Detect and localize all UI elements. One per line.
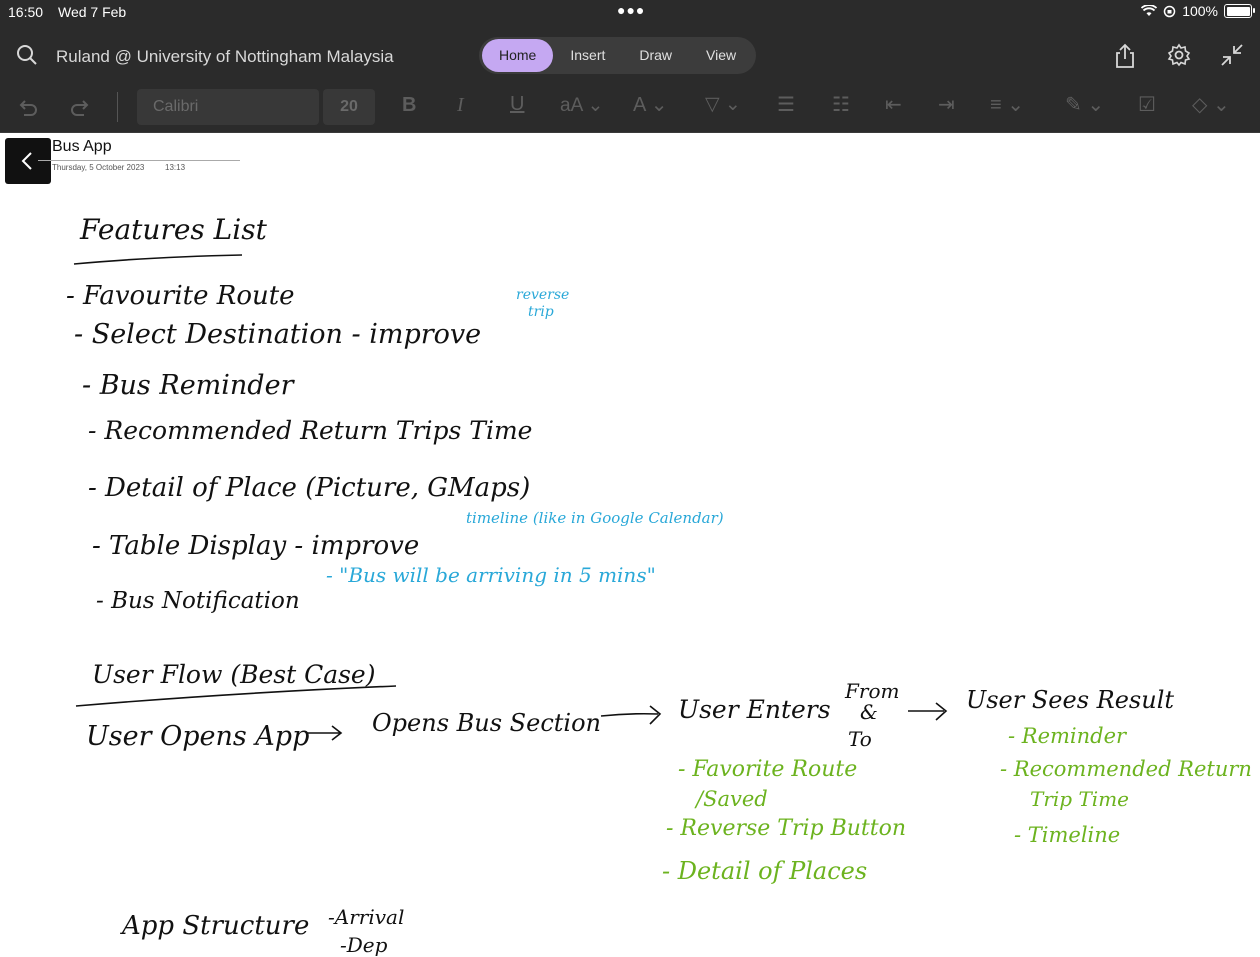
- flow-step: User Sees Result: [966, 686, 1175, 714]
- tab-view[interactable]: View: [689, 39, 753, 72]
- feature-item: - Favourite Route: [66, 281, 295, 311]
- format-toolbar: Calibri 20 B I U aA ⌄ A ⌄ ▽ ⌄ ☰ ☷ ⇤ ⇥ ≡ …: [0, 84, 1260, 133]
- multitasking-dots-icon[interactable]: ●●●: [617, 2, 645, 18]
- feature-item: - Table Display - improve: [92, 531, 420, 561]
- flow-subitem: - Detail of Places: [662, 857, 868, 885]
- flow-amp: &: [860, 700, 878, 724]
- font-family-field[interactable]: Calibri: [137, 89, 319, 125]
- orientation-lock-icon: [1163, 5, 1176, 17]
- flow-subitem: - Favorite Route: [678, 757, 858, 782]
- flow-subitem: - Reverse Trip Button: [666, 816, 907, 841]
- italic-icon[interactable]: I: [457, 94, 464, 117]
- feature-item: - Bus Notification: [96, 588, 300, 614]
- undo-icon[interactable]: [16, 96, 40, 120]
- feature-note: timeline (like in Google Calendar): [466, 509, 724, 527]
- features-heading: Features List: [80, 213, 267, 246]
- align-icon[interactable]: ≡ ⌄: [990, 92, 1024, 117]
- wifi-icon: [1141, 5, 1158, 16]
- feature-item: - Select Destination - improve: [74, 319, 482, 350]
- battery-icon: [1224, 4, 1255, 18]
- bold-icon[interactable]: B: [402, 94, 416, 117]
- font-size-field[interactable]: 20: [323, 89, 375, 125]
- battery-percent: 100%: [1182, 3, 1218, 19]
- redo-icon[interactable]: [68, 96, 92, 120]
- feature-note: trip: [528, 304, 554, 320]
- notebook-title[interactable]: Ruland @ University of Nottingham Malays…: [56, 47, 394, 67]
- flow-subitem: Trip Time: [1030, 787, 1129, 811]
- feature-item: - Detail of Place (Picture, GMaps): [88, 473, 531, 503]
- structure-item: -Dep: [340, 933, 388, 957]
- status-bar: 16:50 Wed 7 Feb ●●● 100%: [0, 0, 1260, 24]
- feature-item: - Recommended Return Trips Time: [88, 416, 533, 445]
- tab-insert[interactable]: Insert: [553, 39, 622, 72]
- font-color-icon[interactable]: A ⌄: [633, 92, 668, 117]
- flow-subitem: /Saved: [696, 787, 768, 811]
- title-bar: Ruland @ University of Nottingham Malays…: [0, 24, 1260, 84]
- indent-icon[interactable]: ⇥: [938, 92, 955, 117]
- numbering-icon[interactable]: ☷: [832, 92, 850, 117]
- styles-icon[interactable]: ✎ ⌄: [1065, 92, 1104, 117]
- outdent-icon[interactable]: ⇤: [885, 92, 902, 117]
- flow-subitem: - Reminder: [1008, 724, 1127, 748]
- flow-heading: User Flow (Best Case): [92, 660, 376, 689]
- search-icon[interactable]: [16, 44, 38, 66]
- feature-note: reverse: [516, 287, 570, 303]
- flow-step: Opens Bus Section: [372, 709, 601, 737]
- underline-icon[interactable]: U: [510, 93, 524, 116]
- collapse-icon[interactable]: [1220, 43, 1244, 67]
- feature-item: - Bus Reminder: [82, 370, 294, 401]
- note-page[interactable]: Bus App Thursday, 5 October 2023 13:13 F…: [0, 133, 1260, 957]
- structure-heading: App Structure: [122, 911, 310, 941]
- bullets-icon[interactable]: ☰: [777, 92, 795, 117]
- flow-step: User Opens App: [86, 721, 310, 752]
- tag-icon[interactable]: ◇ ⌄: [1192, 92, 1230, 117]
- structure-item: -Arrival: [328, 905, 405, 929]
- status-date: Wed 7 Feb: [58, 4, 127, 20]
- share-icon[interactable]: [1114, 43, 1136, 69]
- highlighter-icon[interactable]: ▽ ⌄: [705, 93, 741, 116]
- flow-subitem: - Recommended Return: [1000, 757, 1252, 781]
- flow-to: To: [848, 727, 872, 751]
- flow-step: User Enters: [678, 695, 831, 724]
- status-time: 16:50: [8, 4, 44, 20]
- tab-home[interactable]: Home: [482, 39, 554, 72]
- flow-subitem: - Timeline: [1014, 823, 1121, 847]
- ribbon-tabs: Home Insert Draw View: [479, 37, 757, 74]
- text-size-icon[interactable]: aA ⌄: [560, 94, 603, 117]
- tab-draw[interactable]: Draw: [622, 39, 689, 72]
- checkbox-icon[interactable]: ☑: [1138, 92, 1156, 117]
- gear-icon[interactable]: [1167, 43, 1191, 67]
- feature-note: - "Bus will be arriving in 5 mins": [326, 563, 656, 587]
